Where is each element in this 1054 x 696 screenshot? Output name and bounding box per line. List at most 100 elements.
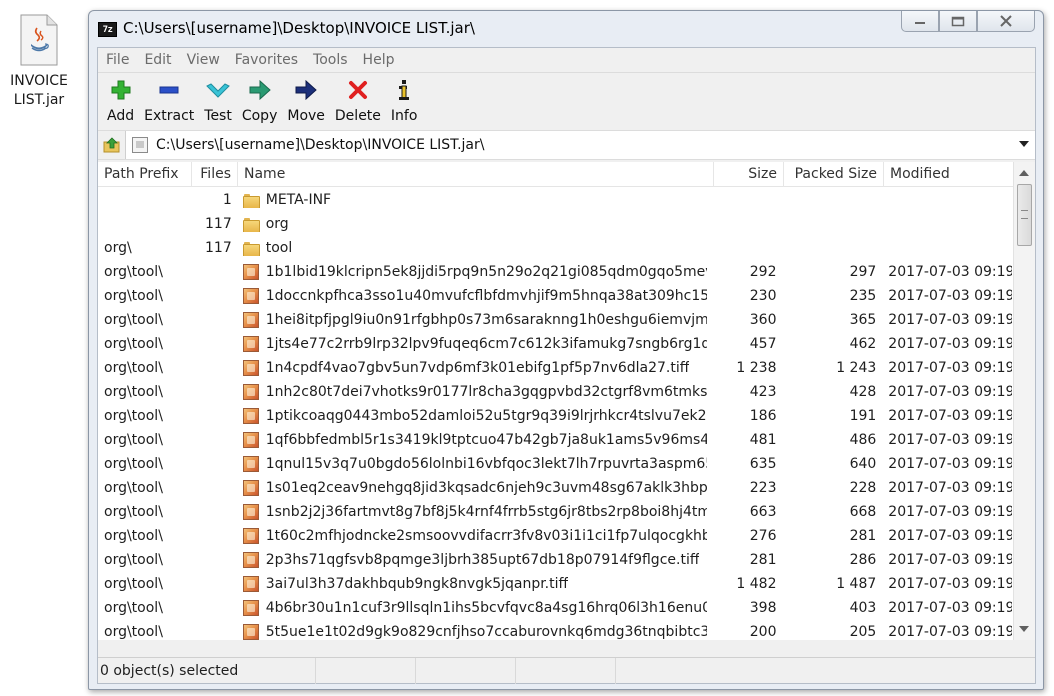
row-modified: 2017-07-03 09:19 xyxy=(888,480,1013,496)
table-row[interactable]: org\ 117 tool xyxy=(98,236,1012,260)
row-name-text: 1ptikcoaqg0443mbo52damloi52u5tgr9q39i9lr… xyxy=(265,408,707,424)
table-row[interactable]: org\tool\ 2p3hs71qgfsvb8pqmge3ljbrh385upt… xyxy=(98,548,1012,572)
table-row[interactable]: org\tool\ 1qnul15v3q7u0bgdo56lolnbi16vbfq… xyxy=(98,452,1012,476)
row-packed-size: 640 xyxy=(849,456,877,472)
row-modified: 2017-07-03 09:19 xyxy=(888,360,1013,376)
menu-favorites[interactable]: Favorites xyxy=(235,52,298,68)
row-name-text: 1doccnkpfhca3sso1u40mvufcflbfdmvhjif9m5h… xyxy=(265,288,707,304)
table-row[interactable]: org\tool\ 1t60c2mfhjodncke2smsoovvdifacrr… xyxy=(98,524,1012,548)
test-button[interactable]: Test xyxy=(201,73,235,130)
table-row[interactable]: org\tool\ 4b6br30u1n1cuf3r9llsqln1ihs5bcv… xyxy=(98,596,1012,620)
row-name-text: META-INF xyxy=(265,192,332,208)
java-jar-file-icon xyxy=(19,14,59,66)
row-size: 200 xyxy=(749,624,777,640)
row-name-text: 1jts4e77c2rrb9lrp32lpv9fuqeq6cm7c612k3if… xyxy=(265,336,707,352)
table-row[interactable]: 1 META-INF xyxy=(98,188,1012,212)
row-name-text: 1qnul15v3q7u0bgdo56lolnbi16vbfqoc3lekt7l… xyxy=(265,456,707,472)
image-file-icon xyxy=(242,624,259,640)
row-modified: 2017-07-03 09:19 xyxy=(888,528,1013,544)
vertical-scrollbar[interactable] xyxy=(1013,162,1035,640)
column-path-prefix[interactable]: Path Prefix xyxy=(98,162,192,187)
column-packed-size[interactable]: Packed Size xyxy=(784,162,884,187)
window-title: C:\Users\[username]\Desktop\INVOICE LIST… xyxy=(123,19,475,37)
column-name[interactable]: Name xyxy=(238,162,714,187)
image-file-icon xyxy=(242,288,259,304)
table-row[interactable]: org\tool\ 1jts4e77c2rrb9lrp32lpv9fuqeq6cm… xyxy=(98,332,1012,356)
table-row[interactable]: org\tool\ 1hei8itpfjpgl9iu0n91rfgbhp0s73m… xyxy=(98,308,1012,332)
menu-help[interactable]: Help xyxy=(363,52,395,68)
image-file-icon xyxy=(242,360,259,376)
row-size: 360 xyxy=(749,312,777,328)
row-size: 1 482 xyxy=(736,576,777,592)
file-list: Path Prefix Files Name Size Packed Size … xyxy=(98,162,1035,640)
row-name: 1jts4e77c2rrb9lrp32lpv9fuqeq6cm7c612k3if… xyxy=(238,336,713,352)
menu-edit[interactable]: Edit xyxy=(144,52,171,68)
table-row[interactable]: org\tool\ 1doccnkpfhca3sso1u40mvufcflbfdm… xyxy=(98,284,1012,308)
row-size: 276 xyxy=(749,528,777,544)
row-path-prefix: org\tool\ xyxy=(104,264,163,280)
menu-file[interactable]: File xyxy=(106,52,129,68)
table-row[interactable]: org\tool\ 1b1lbid19klcripn5ek8jjdi5rpq9n5… xyxy=(98,260,1012,284)
title-bar[interactable]: 7z C:\Users\[username]\Desktop\INVOICE L… xyxy=(89,11,1043,47)
column-modified[interactable]: Modified xyxy=(884,162,1014,187)
move-button[interactable]: Move xyxy=(284,73,328,130)
chevron-down-icon[interactable] xyxy=(1019,141,1029,147)
maximize-button[interactable] xyxy=(939,11,977,32)
folder-icon xyxy=(242,216,260,232)
row-name: META-INF xyxy=(238,192,713,208)
table-row[interactable]: org\tool\ 1nh2c80t7dei7vhotks9r0177lr8cha… xyxy=(98,380,1012,404)
toolbar: Add Extract Test Copy Move Delete Info xyxy=(98,72,1035,130)
minus-icon xyxy=(155,79,183,101)
menu-view[interactable]: View xyxy=(187,52,220,68)
scroll-up-arrow-icon[interactable] xyxy=(1019,170,1029,176)
row-modified: 2017-07-03 09:19 xyxy=(888,312,1013,328)
row-path-prefix: org\tool\ xyxy=(104,624,163,640)
copy-button[interactable]: Copy xyxy=(239,73,281,130)
row-packed-size: 1 487 xyxy=(836,576,877,592)
list-rows: 1 META-INF 117 org org\ 117 tool org\tool\ 1b1lb… xyxy=(98,188,1012,640)
table-row[interactable]: org\tool\ 1snb2j2j36fartmvt8g7bf8j5k4rnf4… xyxy=(98,500,1012,524)
scrollbar-thumb[interactable] xyxy=(1017,184,1032,246)
row-files: 1 xyxy=(222,192,232,208)
close-button[interactable] xyxy=(977,11,1035,32)
table-row[interactable]: org\tool\ 1n4cpdf4vao7gbv5un7vdp6mf3k01eb… xyxy=(98,356,1012,380)
maximize-icon xyxy=(951,16,965,26)
address-field[interactable]: C:\Users\[username]\Desktop\INVOICE LIST… xyxy=(126,131,1035,159)
copy-arrow-icon xyxy=(246,79,274,101)
image-file-icon xyxy=(242,480,259,496)
column-size[interactable]: Size xyxy=(714,162,784,187)
row-size: 292 xyxy=(749,264,777,280)
table-row[interactable]: org\tool\ 3ai7ul3h37dakhbqub9ngk8nvgk5jqa… xyxy=(98,572,1012,596)
row-packed-size: 297 xyxy=(849,264,877,280)
row-modified: 2017-07-03 09:19 xyxy=(888,408,1013,424)
table-row[interactable]: org\tool\ 1s01eq2ceav9nehgq8jid3kqsadc6nj… xyxy=(98,476,1012,500)
table-row[interactable]: org\tool\ 1ptikcoaqg0443mbo52damloi52u5tg… xyxy=(98,404,1012,428)
minimize-button[interactable] xyxy=(901,11,939,32)
desktop-file-invoice-list-jar[interactable]: INVOICE LIST.jar xyxy=(0,12,78,110)
extract-button[interactable]: Extract xyxy=(141,73,197,130)
row-name: org xyxy=(238,216,713,232)
address-bar: C:\Users\[username]\Desktop\INVOICE LIST… xyxy=(98,130,1035,160)
row-size: 423 xyxy=(749,384,777,400)
add-button[interactable]: Add xyxy=(104,73,137,130)
row-name: 1qf6bbfedmbl5r1s3419kl9tptcuo47b42gb7ja8… xyxy=(238,432,713,448)
table-row[interactable]: org\tool\ 1qf6bbfedmbl5r1s3419kl9tptcuo47… xyxy=(98,428,1012,452)
column-files[interactable]: Files xyxy=(192,162,238,187)
info-label: Info xyxy=(390,108,418,124)
row-name-text: 1t60c2mfhjodncke2smsoovvdifacrr3fv8v03i1… xyxy=(265,528,707,544)
row-path-prefix: org\tool\ xyxy=(104,408,163,424)
status-selection: 0 object(s) selected xyxy=(98,657,316,684)
row-name: 1nh2c80t7dei7vhotks9r0177lr8cha3gqgpvbd3… xyxy=(238,384,713,400)
folder-icon xyxy=(242,240,260,256)
table-row[interactable]: 117 org xyxy=(98,212,1012,236)
menu-tools[interactable]: Tools xyxy=(313,52,348,68)
status-bar: 0 object(s) selected xyxy=(98,657,1035,684)
up-folder-button[interactable] xyxy=(98,131,126,159)
delete-button[interactable]: Delete xyxy=(332,73,384,130)
copy-label: Copy xyxy=(241,108,278,124)
info-button[interactable]: Info xyxy=(388,73,421,130)
image-file-icon xyxy=(242,552,259,568)
add-label: Add xyxy=(107,108,135,124)
scroll-down-arrow-icon[interactable] xyxy=(1019,626,1029,632)
table-row[interactable]: org\tool\ 5t5ue1e1t02d9gk9o829cnfjhso7cca… xyxy=(98,620,1012,640)
